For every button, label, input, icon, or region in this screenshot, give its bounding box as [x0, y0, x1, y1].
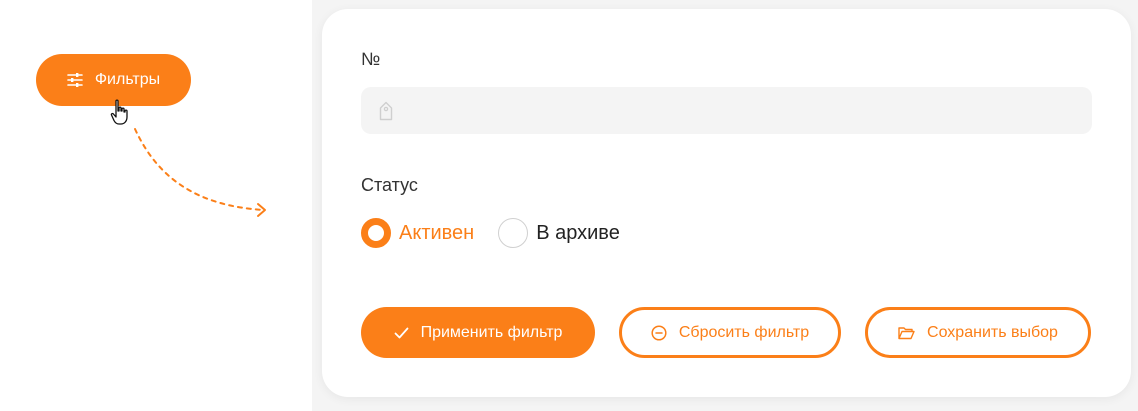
minus-circle-icon [651, 324, 667, 341]
save-selection-button[interactable]: Сохранить выбор [865, 307, 1091, 358]
hand-cursor-icon [110, 99, 128, 125]
radio-unchecked-icon [498, 218, 529, 248]
status-radio-archived[interactable]: В архиве [498, 218, 620, 248]
dashed-arrow-icon [134, 128, 266, 217]
filter-actions: Применить фильтр Сбросить фильтр Сохрани… [361, 307, 1091, 358]
number-field[interactable] [361, 87, 1092, 134]
number-label: № [361, 49, 381, 69]
filter-demo: Фильтры № Статус Активен В архиве Примен… [0, 0, 1138, 411]
status-radio-group: Активен В архиве [361, 218, 644, 248]
filter-panel: № Статус Активен В архиве Применить филь… [322, 9, 1131, 397]
status-option-label: В архиве [536, 221, 620, 244]
filters-button-label: Фильтры [94, 71, 161, 88]
apply-filter-label: Применить фильтр [420, 323, 563, 341]
tag-icon [379, 101, 393, 120]
radio-checked-icon [361, 218, 391, 248]
status-radio-active[interactable]: Активен [361, 218, 474, 248]
sliders-icon [67, 73, 83, 87]
reset-filter-button[interactable]: Сбросить фильтр [619, 307, 841, 358]
status-option-label: Активен [399, 221, 475, 244]
folder-icon [898, 326, 915, 339]
save-selection-label: Сохранить выбор [927, 323, 1058, 341]
check-icon [394, 327, 408, 338]
number-input[interactable] [405, 95, 1065, 126]
apply-filter-button[interactable]: Применить фильтр [361, 307, 595, 358]
reset-filter-label: Сбросить фильтр [678, 323, 810, 341]
status-label: Статус [361, 175, 418, 195]
